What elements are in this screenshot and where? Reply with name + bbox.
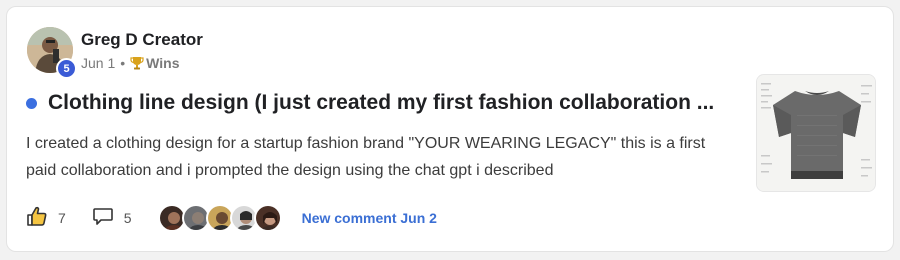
commenter-avatar-5[interactable] — [253, 204, 282, 232]
post-footer: 7 5 New comment Jun 2 — [26, 204, 437, 232]
unread-indicator — [26, 97, 37, 109]
trophy-icon — [130, 56, 144, 70]
post-thumbnail[interactable] — [756, 74, 876, 192]
post-card[interactable]: 5 Greg D Creator Jun 1 • Wins Clothing l… — [6, 6, 894, 252]
thumbs-up-icon — [26, 205, 48, 232]
new-comment-link[interactable]: New comment Jun 2 — [302, 210, 437, 226]
like-count: 7 — [58, 210, 66, 226]
comment-count: 5 — [123, 210, 132, 226]
comment-button[interactable]: 5 — [92, 205, 132, 232]
commenter-avatars[interactable] — [157, 204, 282, 232]
post-meta: Jun 1 • Wins — [81, 55, 179, 71]
post-date: Jun 1 — [81, 55, 116, 71]
post-title-row[interactable]: Clothing line design (I just created my … — [26, 91, 746, 115]
level-badge: 5 — [56, 58, 77, 79]
like-button[interactable]: 7 — [26, 205, 66, 232]
post-body: I created a clothing design for a startu… — [26, 135, 706, 179]
comment-bubble-icon — [92, 205, 114, 232]
meta-separator: • — [120, 55, 126, 71]
post-title[interactable]: Clothing line design (I just created my … — [48, 91, 714, 115]
author-avatar-wrap[interactable]: 5 — [27, 27, 77, 79]
t-shirt-image — [757, 75, 875, 191]
post-category[interactable]: Wins — [146, 55, 179, 71]
author-name[interactable]: Greg D Creator — [81, 30, 203, 50]
